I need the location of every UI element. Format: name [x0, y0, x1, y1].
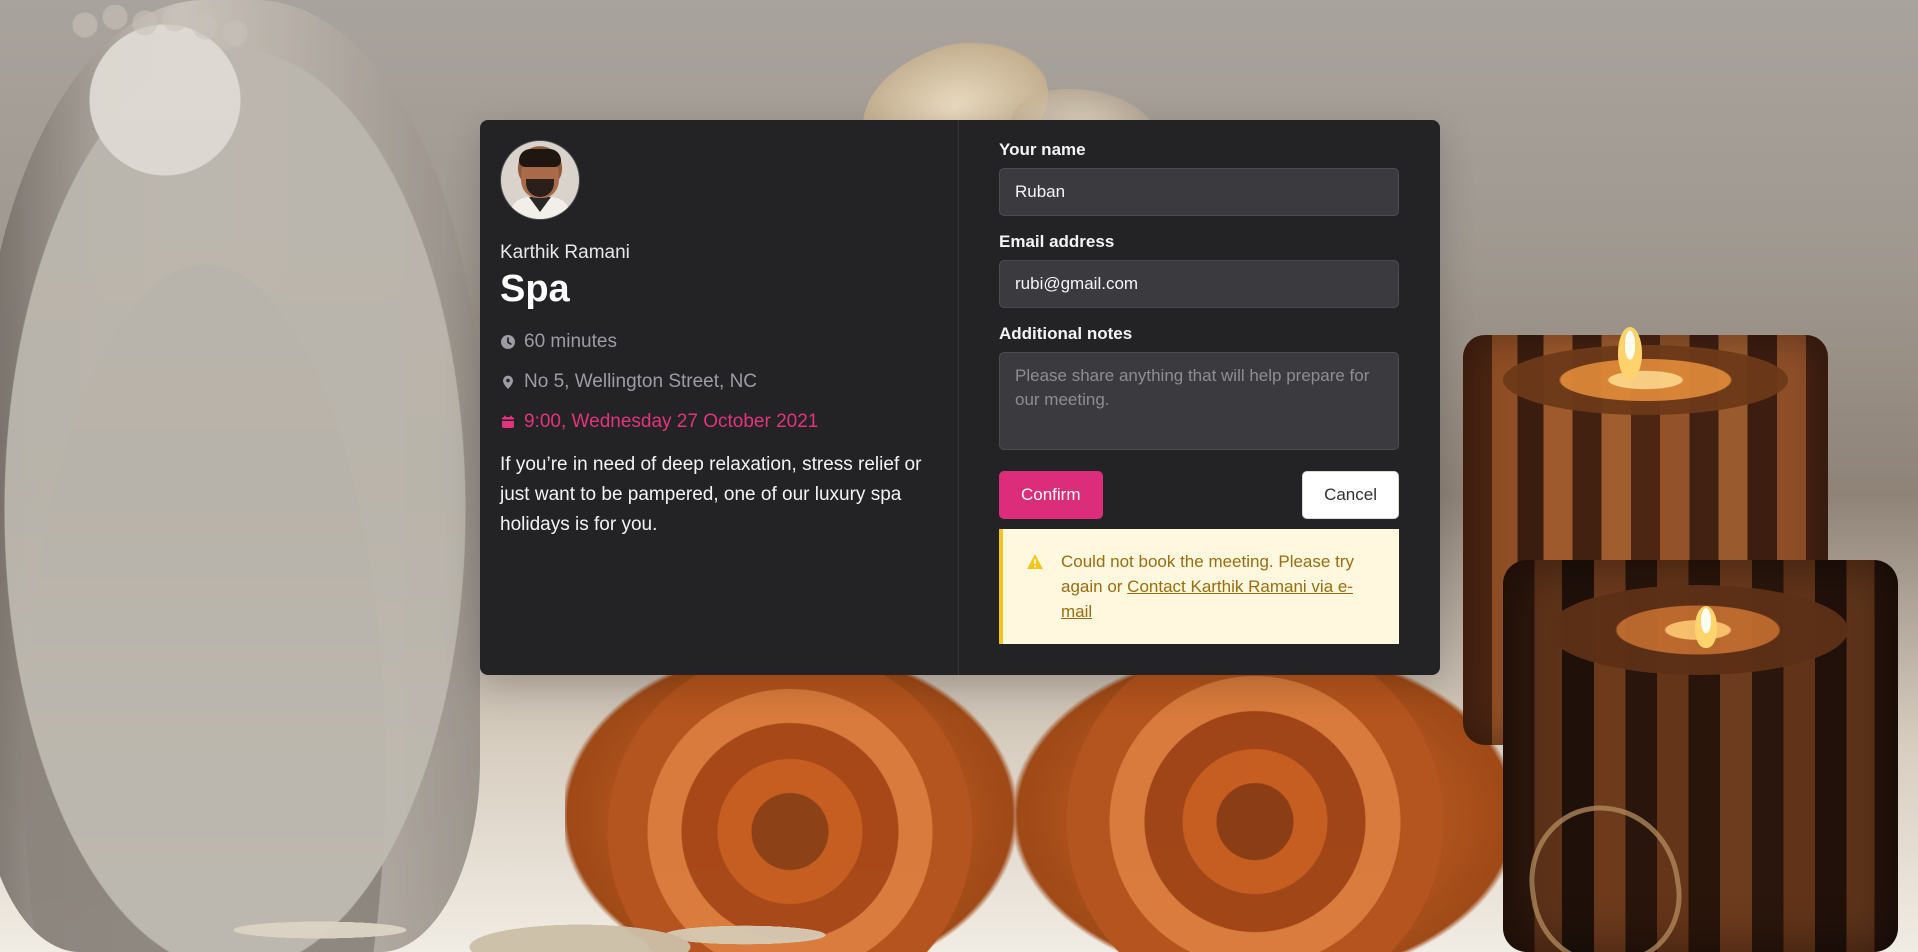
event-description: If you’re in need of deep relaxation, st… [500, 454, 922, 535]
email-field-group: Email address [999, 232, 1400, 308]
spa-stones [225, 875, 885, 952]
email-input[interactable] [999, 260, 1399, 308]
name-field-group: Your name [999, 140, 1400, 216]
datetime-row: 9:00, Wednesday 27 October 2021 [500, 410, 944, 434]
confirm-button[interactable]: Confirm [999, 471, 1103, 519]
duration-text: 60 minutes [524, 331, 617, 352]
name-label: Your name [999, 140, 1086, 159]
booking-error-alert: Could not book the meeting. Please try a… [999, 529, 1399, 644]
booking-card: Karthik Ramani Spa 60 minutes No 5, Well… [480, 120, 1440, 675]
cancel-button[interactable]: Cancel [1302, 471, 1399, 519]
location-pin-icon [500, 374, 516, 390]
host-name: Karthik Ramani [500, 242, 630, 263]
form-actions: Confirm Cancel [999, 471, 1399, 519]
email-label: Email address [999, 232, 1115, 251]
datetime-text: 9:00, Wednesday 27 October 2021 [524, 411, 819, 432]
rolled-towel-right [1015, 650, 1515, 952]
notes-textarea[interactable] [999, 352, 1399, 450]
event-title: Spa [500, 268, 570, 310]
calendar-icon [500, 414, 516, 430]
duration-row: 60 minutes [500, 330, 944, 354]
avatar-hair [519, 149, 561, 167]
warning-icon [1025, 552, 1045, 572]
name-input[interactable] [999, 168, 1399, 216]
booking-form-panel: Your name Email address Additional notes… [959, 120, 1440, 675]
alert-message: Could not book the meeting. Please try a… [1061, 549, 1379, 628]
clock-icon [500, 334, 516, 350]
location-row: No 5, Wellington Street, NC [500, 370, 944, 394]
notes-field-group: Additional notes [999, 324, 1400, 455]
event-meta-list: 60 minutes No 5, Wellington Street, NC 9… [500, 330, 944, 434]
host-avatar [500, 140, 580, 220]
buddha-statue [0, 0, 480, 952]
location-text: No 5, Wellington Street, NC [524, 371, 758, 392]
event-details-panel: Karthik Ramani Spa 60 minutes No 5, Well… [480, 120, 959, 675]
notes-label: Additional notes [999, 324, 1133, 343]
background-scene: Karthik Ramani Spa 60 minutes No 5, Well… [0, 0, 1918, 952]
